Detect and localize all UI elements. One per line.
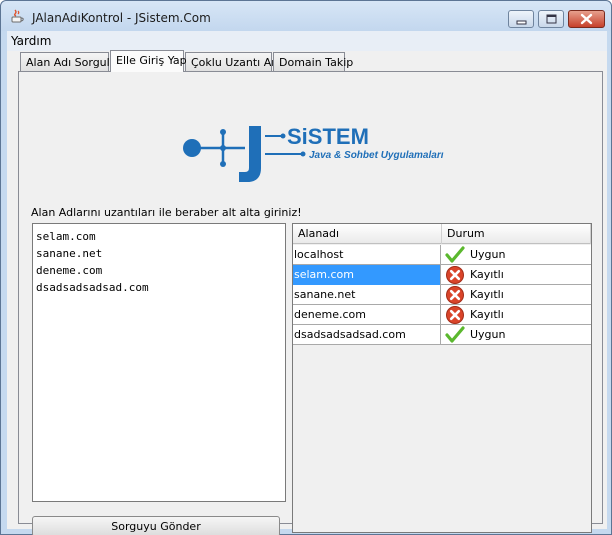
client-area: Yardım Alan Adı Sorgula Elle Giriş Yap Ç… (7, 31, 607, 535)
submit-query-button[interactable]: Sorguyu Gönder (32, 516, 280, 535)
table-row[interactable]: sanane.net Kayıtlı (293, 285, 591, 305)
domain-cell[interactable]: sanane.net (293, 285, 441, 305)
tab-alan-adi-sorgula[interactable]: Alan Adı Sorgula (20, 52, 116, 71)
status-text: Uygun (470, 328, 506, 341)
java-app-icon[interactable] (9, 8, 25, 24)
domain-cell[interactable]: deneme.com (293, 305, 441, 325)
status-text: Kayıtlı (470, 308, 504, 321)
status-text: Kayıtlı (470, 268, 504, 281)
status-cell[interactable]: Uygun (442, 245, 591, 265)
domain-cell[interactable]: selam.com (293, 265, 441, 285)
table-header: Alanadı Durum (293, 224, 591, 244)
column-header-alanadi[interactable]: Alanadı (293, 224, 442, 244)
jsistem-logo: SiSTEM Java & Sohbet Uygulamaları (183, 124, 444, 182)
table-row[interactable]: dsadsadsadsad.com Uygun (293, 325, 591, 345)
domain-cell[interactable]: dsadsadsadsad.com (293, 325, 441, 345)
minimize-icon (516, 20, 527, 25)
menu-bar: Yardım (7, 31, 607, 51)
error-icon (446, 266, 464, 284)
status-cell[interactable]: Uygun (442, 325, 591, 345)
results-table[interactable]: Alanadı Durum localhost Uygun selam.com Kay… (292, 223, 592, 533)
menu-help[interactable]: Yardım (11, 34, 51, 48)
minimize-button[interactable] (508, 10, 534, 28)
table-row[interactable]: selam.com Kayıtlı (293, 265, 591, 285)
check-icon (445, 246, 465, 263)
window-title: JAlanAdıKontrol - JSistem.Com (32, 11, 211, 25)
column-header-durum[interactable]: Durum (442, 224, 591, 244)
error-icon (446, 306, 464, 324)
tab-elle-giris-yap[interactable]: Elle Giriş Yap (110, 50, 187, 72)
status-text: Kayıtlı (470, 288, 504, 301)
maximize-icon (546, 14, 557, 24)
status-cell[interactable]: Kayıtlı (442, 305, 591, 325)
title-bar[interactable]: JAlanAdıKontrol - JSistem.Com (1, 1, 611, 31)
check-icon (445, 326, 465, 343)
status-text: Uygun (470, 248, 506, 261)
close-button[interactable] (568, 10, 605, 28)
table-row[interactable]: deneme.com Kayıtlı (293, 305, 591, 325)
tab-domain-takip[interactable]: Domain Takip (273, 52, 353, 71)
tab-panel-elle-giris: SiSTEM Java & Sohbet Uygulamaları Alan A… (18, 71, 603, 535)
tab-coklu-uzanti-ara[interactable]: Çoklu Uzantı Ara (185, 52, 283, 71)
domain-cell[interactable]: localhost (293, 245, 441, 265)
logo-brand-text: SiSTEM (287, 124, 369, 149)
instruction-label: Alan Adlarını uzantıları ile beraber alt… (31, 206, 302, 219)
domain-list-textarea[interactable]: selam.com sanane.net deneme.com dsadsads… (32, 223, 286, 502)
table-row[interactable]: localhost Uygun (293, 245, 591, 265)
maximize-button[interactable] (538, 10, 564, 28)
application-window: JAlanAdıKontrol - JSistem.Com Yardım Ala… (0, 0, 612, 535)
status-cell[interactable]: Kayıtlı (442, 265, 591, 285)
error-icon (446, 286, 464, 304)
close-icon (580, 13, 593, 25)
logo-tagline-text: Java & Sohbet Uygulamaları (309, 150, 444, 161)
status-cell[interactable]: Kayıtlı (442, 285, 591, 305)
